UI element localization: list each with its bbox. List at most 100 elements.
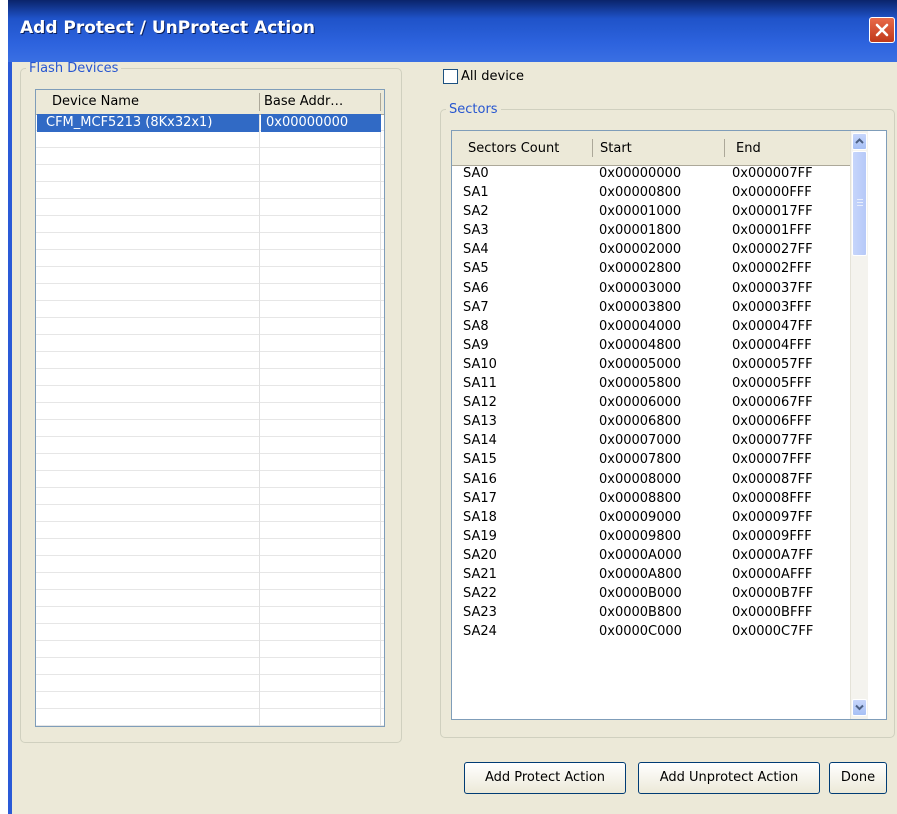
sector-row[interactable]: SA3 0x00001800 0x00001FFF [452,222,850,241]
sector-row[interactable]: SA7 0x00003800 0x00003FFF [452,299,850,318]
sector-row[interactable]: SA20 0x0000A000 0x0000A7FF [452,547,850,566]
sector-name-cell: SA14 [463,433,497,449]
sector-start-cell: 0x00007800 [599,452,682,468]
sector-end-cell: 0x0000AFFF [732,566,813,582]
column-header-device-name[interactable]: Device Name [52,94,139,109]
sector-name-cell: SA7 [463,299,489,315]
sector-name-cell: SA15 [463,452,497,468]
scroll-thumb[interactable] [852,151,867,256]
sector-name-cell: SA22 [463,586,497,602]
sector-name-cell: SA5 [463,261,489,277]
sector-start-cell: 0x0000A000 [599,547,682,563]
sector-end-cell: 0x000057FF [732,356,813,372]
sector-name-cell: SA3 [463,223,489,239]
sector-start-cell: 0x00000000 [599,166,682,181]
window-title: Add Protect / UnProtect Action [20,18,316,38]
sector-start-cell: 0x00005000 [599,356,682,372]
sector-start-cell: 0x00009800 [599,528,682,544]
sector-start-cell: 0x00004000 [599,318,682,334]
sector-start-cell: 0x00003800 [599,299,682,315]
sector-row[interactable]: SA10 0x00005000 0x000057FF [452,356,850,375]
sector-end-cell: 0x000027FF [732,242,813,258]
device-name-cell: CFM_MCF5213 (8Kx32x1) [46,115,213,130]
sector-name-cell: SA8 [463,318,489,334]
sector-row[interactable]: SA11 0x00005800 0x00005FFF [452,375,850,394]
sector-name-cell: SA23 [463,605,497,621]
sectors-table-header: Sectors Count Start End [452,131,850,166]
sector-start-cell: 0x00007000 [599,433,682,449]
sector-start-cell: 0x00002000 [599,242,682,258]
sector-end-cell: 0x00000FFF [732,185,812,201]
sector-end-cell: 0x00005FFF [732,376,812,392]
flash-devices-legend: Flash Devices [29,61,119,76]
sectors-legend: Sectors [449,102,498,117]
sector-row[interactable]: SA16 0x00008000 0x000087FF [452,471,850,490]
column-header-sectors-count[interactable]: Sectors Count [468,141,559,156]
sector-row[interactable]: SA0 0x00000000 0x000007FF [452,165,850,184]
sector-end-cell: 0x000017FF [732,204,813,220]
close-icon [875,23,889,37]
sector-row[interactable]: SA13 0x00006800 0x00006FFF [452,413,850,432]
sector-row[interactable]: SA23 0x0000B800 0x0000BFFF [452,604,850,623]
sector-row[interactable]: SA21 0x0000A800 0x0000AFFF [452,566,850,585]
sector-row[interactable]: SA8 0x00004000 0x000047FF [452,318,850,337]
add-protect-action-button[interactable]: Add Protect Action [464,762,626,794]
sector-row[interactable]: SA4 0x00002000 0x000027FF [452,241,850,260]
sector-end-cell: 0x000067FF [732,395,813,411]
sector-name-cell: SA24 [463,624,497,640]
device-row-selected[interactable]: CFM_MCF5213 (8Kx32x1) 0x00000000 [36,114,384,132]
sector-name-cell: SA19 [463,528,497,544]
add-unprotect-action-button[interactable]: Add Unprotect Action [638,762,820,794]
done-button[interactable]: Done [829,762,887,794]
sector-row[interactable]: SA2 0x00001000 0x000017FF [452,203,850,222]
scroll-down-button[interactable] [852,699,867,716]
scroll-up-button[interactable] [852,133,867,150]
sector-name-cell: SA12 [463,395,497,411]
title-bar[interactable]: Add Protect / UnProtect Action [8,0,897,62]
device-table-header: Device Name Base Addr… [36,90,384,115]
sector-end-cell: 0x000087FF [732,471,813,487]
sector-start-cell: 0x0000C000 [599,624,682,640]
sector-row[interactable]: SA15 0x00007800 0x00007FFF [452,451,850,470]
sector-name-cell: SA0 [463,166,489,181]
sector-end-cell: 0x000097FF [732,509,813,525]
sector-end-cell: 0x0000A7FF [732,547,814,563]
sector-name-cell: SA20 [463,547,497,563]
device-table-grid [36,114,384,726]
sector-name-cell: SA9 [463,337,489,353]
column-header-start[interactable]: Start [600,141,632,156]
sector-name-cell: SA21 [463,566,497,582]
sector-start-cell: 0x0000A800 [599,566,682,582]
sector-end-cell: 0x0000BFFF [732,605,813,621]
sector-start-cell: 0x00001000 [599,204,682,220]
sector-row[interactable]: SA17 0x00008800 0x00008FFF [452,490,850,509]
sectors-scrollbar[interactable] [850,131,868,719]
close-button[interactable] [869,17,895,43]
sector-end-cell: 0x00007FFF [732,452,812,468]
sector-row[interactable]: SA18 0x00009000 0x000097FF [452,509,850,528]
all-device-checkbox[interactable] [443,69,458,84]
sector-end-cell: 0x00008FFF [732,490,812,506]
sector-row[interactable]: SA9 0x00004800 0x00004FFF [452,337,850,356]
sector-row[interactable]: SA12 0x00006000 0x000067FF [452,394,850,413]
sectors-table[interactable]: Sectors Count Start End SA0 0x00000000 0x0… [451,130,887,720]
sectors-rows: SA0 0x00000000 0x000007FF SA1 0x00000800 0x00… [452,165,850,642]
sector-row[interactable]: SA22 0x0000B000 0x0000B7FF [452,585,850,604]
sector-row[interactable]: SA24 0x0000C000 0x0000C7FF [452,623,850,642]
sector-row[interactable]: SA5 0x00002800 0x00002FFF [452,260,850,279]
device-table[interactable]: Device Name Base Addr… CFM_MCF5213 (8Kx3… [35,89,385,727]
sector-name-cell: SA17 [463,490,497,506]
all-device-label[interactable]: All device [461,69,524,84]
sector-row[interactable]: SA14 0x00007000 0x000077FF [452,432,850,451]
sector-name-cell: SA6 [463,280,489,296]
sector-end-cell: 0x00003FFF [732,299,812,315]
column-header-base-addr[interactable]: Base Addr… [264,94,343,109]
sector-start-cell: 0x00002800 [599,261,682,277]
sector-row[interactable]: SA6 0x00003000 0x000037FF [452,280,850,299]
column-header-end[interactable]: End [736,141,761,156]
sector-end-cell: 0x000047FF [732,318,813,334]
sector-row[interactable]: SA1 0x00000800 0x00000FFF [452,184,850,203]
sector-end-cell: 0x00001FFF [732,223,812,239]
sector-name-cell: SA16 [463,471,497,487]
sector-row[interactable]: SA19 0x00009800 0x00009FFF [452,528,850,547]
